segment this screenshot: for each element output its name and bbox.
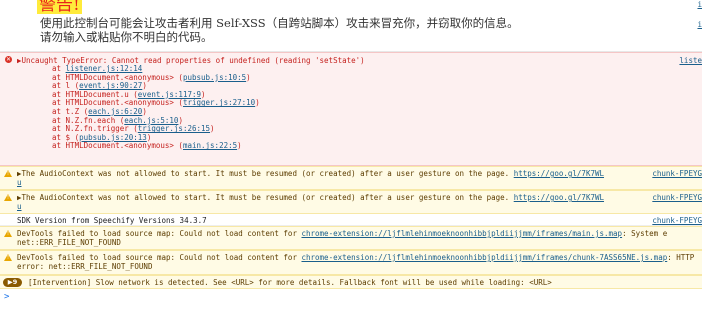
- frame-link[interactable]: trigger.js:27:10: [183, 98, 255, 108]
- sourcemap-link[interactable]: chrome-extension://ljflmlehinmoeknoonhib…: [301, 229, 622, 238]
- warning-link[interactable]: https://goo.gl/7K7WL: [514, 169, 604, 178]
- warning-link-wrap[interactable]: u: [17, 178, 22, 187]
- warning-icon: !: [4, 230, 12, 237]
- source-link[interactable]: i: [697, 0, 702, 9]
- frame-link[interactable]: pubsub.js:10:5: [183, 73, 246, 82]
- selfxss-line-2: 请勿输入或粘贴你不明白的代码。: [40, 30, 213, 44]
- console-warning: ! DevTools failed to load source map: Co…: [0, 250, 702, 275]
- console-log: SDK Version from Speechify Versions 34.3…: [0, 214, 702, 226]
- warning-link[interactable]: https://goo.gl/7K7WL: [514, 193, 604, 202]
- log-source-link[interactable]: chunk-FPEYG: [652, 216, 702, 225]
- warning-text: DevTools failed to load source map: Coul…: [17, 229, 668, 238]
- error-source-link[interactable]: liste: [679, 56, 702, 65]
- selfxss-title: 警告!: [37, 0, 82, 14]
- error-icon: ✕: [5, 56, 12, 63]
- warning-icon: !: [4, 194, 12, 201]
- console-intervention: ▶9 [Intervention] Slow network is detect…: [0, 275, 702, 289]
- warning-source-link[interactable]: chunk-FPEYG: [652, 193, 702, 202]
- source-link[interactable]: i: [697, 20, 702, 29]
- warning-text[interactable]: ▶The AudioContext was not allowed to sta…: [17, 169, 604, 178]
- log-text: SDK Version from Speechify Versions 34.3…: [17, 216, 207, 225]
- selfxss-message: 使用此控制台可能会让攻击者利用 Self-XSS（自跨站脚本）攻击来冒充你，并窃…: [40, 16, 519, 44]
- warning-text-line2: net::ERR_FILE_NOT_FOUND: [17, 238, 121, 247]
- warning-text: DevTools failed to load source map: Coul…: [17, 253, 695, 262]
- warning-icon: !: [4, 254, 12, 261]
- sourcemap-link[interactable]: chrome-extension://ljflmlehinmoeknoonhib…: [301, 253, 667, 262]
- warning-link-wrap[interactable]: u: [17, 202, 22, 211]
- console-prompt[interactable]: >: [4, 292, 9, 302]
- frame-link[interactable]: main.js:22:5: [183, 141, 237, 151]
- warning-icon: !: [4, 170, 12, 177]
- selfxss-warning: 警告! 使用此控制台可能会让攻击者利用 Self-XSS（自跨站脚本）攻击来冒充…: [0, 0, 702, 52]
- stack-frame: at HTMLDocument.<anonymous> (main.js:22:…: [52, 141, 242, 151]
- repeat-count-badge[interactable]: ▶9: [3, 278, 22, 287]
- console-error: ✕ ▶Uncaught TypeError: Cannot read prope…: [0, 52, 702, 166]
- console-warning: ! ▶The AudioContext was not allowed to s…: [0, 190, 702, 214]
- warning-text-line2: error: net::ERR_FILE_NOT_FOUND: [17, 262, 153, 271]
- selfxss-line-1: 使用此控制台可能会让攻击者利用 Self-XSS（自跨站脚本）攻击来冒充你，并窃…: [40, 16, 519, 30]
- console-warning: ! DevTools failed to load source map: Co…: [0, 226, 702, 250]
- warning-source-link[interactable]: chunk-FPEYG: [652, 169, 702, 178]
- console-warning: ! ▶The AudioContext was not allowed to s…: [0, 166, 702, 190]
- stack-trace: at listener.js:12:14 at HTMLDocument.<an…: [52, 64, 260, 151]
- intervention-text: [Intervention] Slow network is detected.…: [28, 278, 552, 287]
- warning-text[interactable]: ▶The AudioContext was not allowed to sta…: [17, 193, 604, 202]
